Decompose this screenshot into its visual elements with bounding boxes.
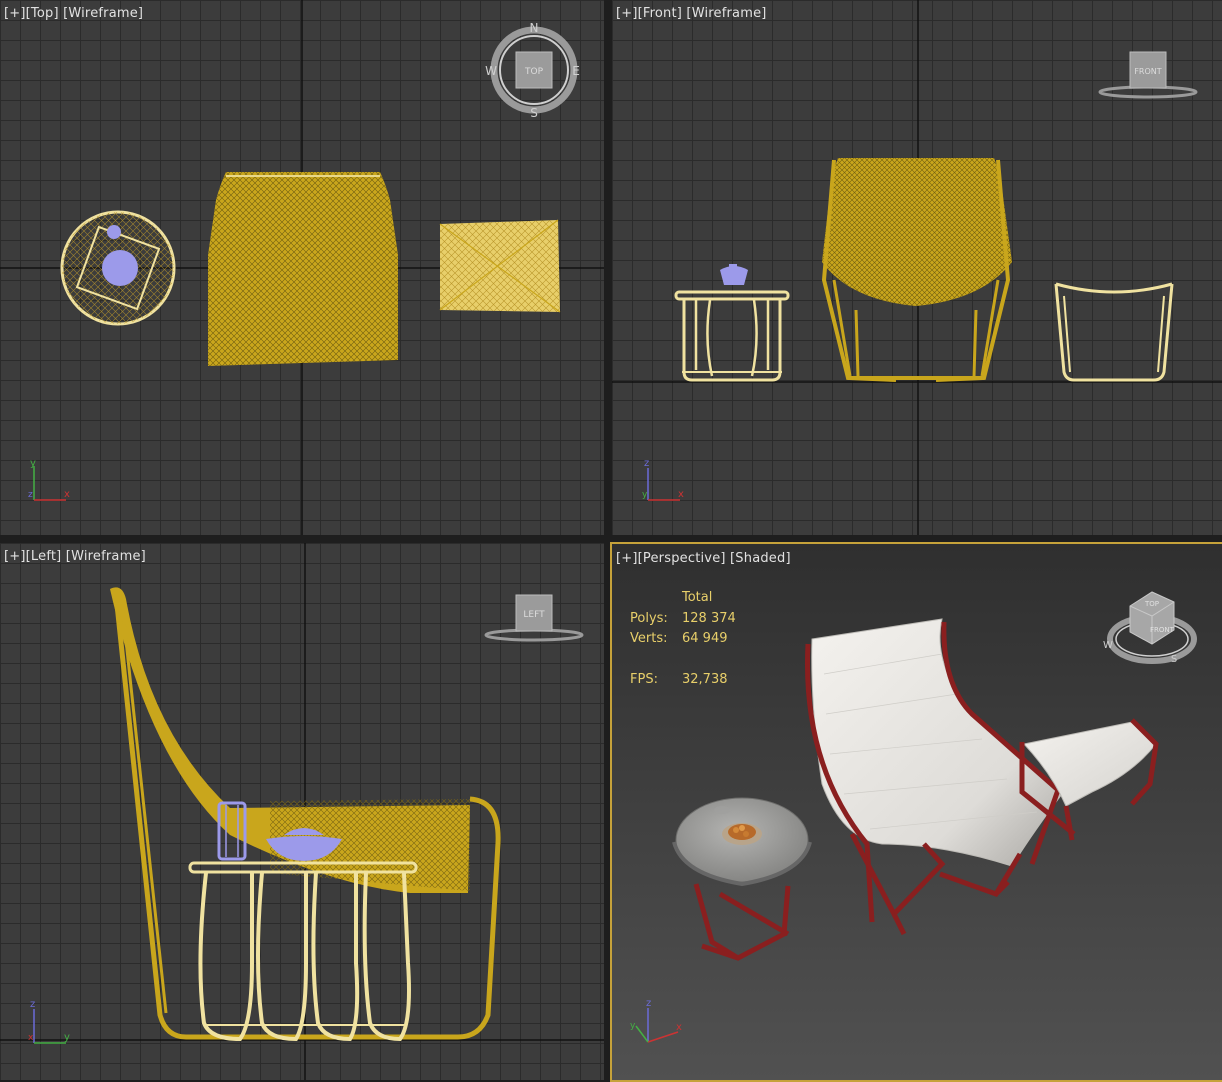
compass-south: S xyxy=(530,106,538,120)
viewport-label-left[interactable]: [+][Left] [Wireframe] xyxy=(4,549,146,564)
axis-tripod: z x y xyxy=(642,458,684,501)
polys-label: Polys: xyxy=(630,610,668,626)
viewport-view-menu[interactable]: [Left] xyxy=(26,549,62,564)
viewcube-label: TOP xyxy=(524,67,544,77)
viewcube-front-face: FRONT xyxy=(1150,626,1175,634)
left-scene: LEFT z y x xyxy=(0,543,604,1080)
viewport-label-perspective[interactable]: [+][Perspective] [Shaded] xyxy=(616,551,791,566)
viewport-left[interactable]: LEFT z y x [+][Left] [Wireframe] xyxy=(0,543,604,1080)
compass-west: W xyxy=(485,64,497,78)
ottoman-top-view[interactable] xyxy=(439,219,561,313)
svg-text:y: y xyxy=(64,1032,70,1043)
lounge-chair-top-view[interactable] xyxy=(208,172,398,366)
svg-text:z: z xyxy=(646,998,651,1009)
svg-text:z: z xyxy=(28,490,33,500)
front-scene: FRONT z x y xyxy=(612,0,1222,535)
svg-text:y: y xyxy=(642,490,648,500)
side-table-front-view[interactable] xyxy=(674,264,790,382)
svg-text:y: y xyxy=(30,458,36,469)
viewport-shading-menu[interactable]: [Wireframe] xyxy=(686,6,766,21)
svg-text:x: x xyxy=(64,489,70,500)
fps-value: 32,738 xyxy=(682,671,728,687)
axis-tripod: z y x xyxy=(630,998,682,1043)
axis-tripod: y x z xyxy=(28,458,70,501)
svg-text:z: z xyxy=(644,458,649,469)
viewport-view-menu[interactable]: [Top] xyxy=(26,6,59,21)
top-scene: TOP N S E W y x z xyxy=(0,0,604,535)
svg-text:x: x xyxy=(678,489,684,500)
viewport-view-menu[interactable]: [Front] xyxy=(638,6,682,21)
viewport-front[interactable]: FRONT z x y [+][Front] [Wireframe] xyxy=(612,0,1222,535)
compass-north: N xyxy=(530,21,539,35)
viewport-menu-plus[interactable]: [+] xyxy=(616,551,638,566)
viewport-perspective[interactable]: TOP FRONT W S z y x [+][Perspective] [Sh… xyxy=(610,542,1222,1082)
verts-value: 64 949 xyxy=(682,631,728,646)
svg-text:z: z xyxy=(30,999,35,1010)
svg-text:x: x xyxy=(28,1033,34,1043)
viewport-menu-plus[interactable]: [+] xyxy=(616,6,638,21)
lounge-chair-front-view[interactable] xyxy=(821,158,1012,382)
viewport-top[interactable]: TOP N S E W y x z [+][Top] [Wireframe] xyxy=(0,0,604,535)
svg-text:x: x xyxy=(676,1022,682,1033)
compass-south: S xyxy=(1171,654,1177,665)
viewport-menu-plus[interactable]: [+] xyxy=(4,549,26,564)
svg-text:y: y xyxy=(630,1021,636,1031)
compass-east: E xyxy=(572,64,580,78)
viewcube-top[interactable]: TOP N S E W xyxy=(485,21,580,120)
axis-tripod: z y x xyxy=(28,999,70,1044)
verts-label: Verts: xyxy=(630,631,668,646)
side-table-shaded[interactable] xyxy=(672,797,812,961)
ottoman-front-view[interactable] xyxy=(1054,282,1174,382)
viewcube-perspective[interactable]: TOP FRONT W S xyxy=(1103,591,1197,665)
viewport-view-menu[interactable]: [Perspective] xyxy=(638,551,726,566)
viewport-menu-plus[interactable]: [+] xyxy=(4,6,26,21)
viewcube-top-face: TOP xyxy=(1144,600,1159,608)
viewcube-front[interactable]: FRONT xyxy=(1098,51,1198,99)
compass-west: W xyxy=(1103,640,1113,651)
fps-label: FPS: xyxy=(630,671,658,687)
viewport-shading-menu[interactable]: [Wireframe] xyxy=(63,6,143,21)
viewport-shading-menu[interactable]: [Wireframe] xyxy=(66,549,146,564)
viewcube-left[interactable]: LEFT xyxy=(484,594,584,642)
viewport-label-front[interactable]: [+][Front] [Wireframe] xyxy=(616,6,767,21)
viewcube-label: LEFT xyxy=(523,610,545,620)
viewport-shading-menu[interactable]: [Shaded] xyxy=(730,551,791,566)
polys-value: 128 374 xyxy=(682,610,736,626)
stats-header: Total xyxy=(682,590,713,605)
viewport-label-top[interactable]: [+][Top] [Wireframe] xyxy=(4,6,143,21)
viewcube-label: FRONT xyxy=(1134,67,1161,76)
side-table-top-view[interactable] xyxy=(60,210,176,326)
scene-statistics: Total Polys: 128 374 Verts: 64 949 FPS: 32,… xyxy=(630,588,736,690)
